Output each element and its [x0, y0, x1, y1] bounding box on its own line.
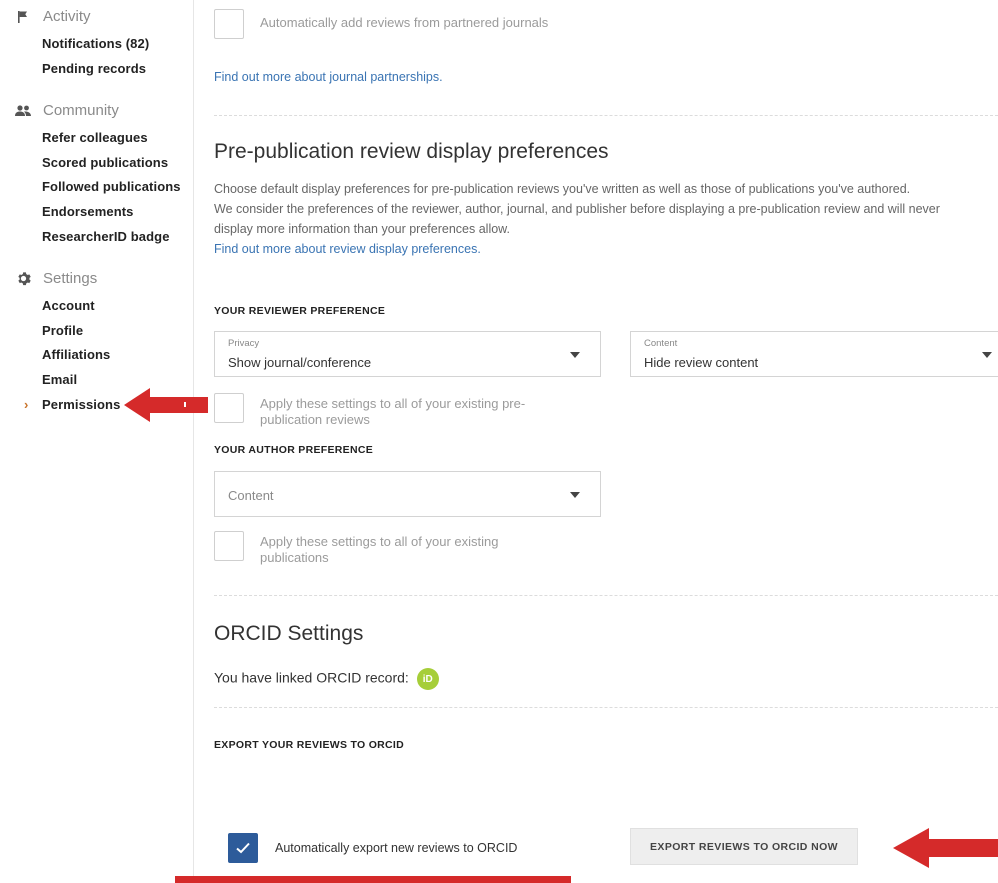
annotation-arrow-left-icon: [893, 828, 998, 868]
sidebar-section-community: Community: [13, 102, 119, 119]
apply-existing-publications-label: Apply these settings to all of your exis…: [260, 534, 499, 565]
sidebar-item-scored-publications[interactable]: Scored publications: [42, 155, 168, 170]
export-reviews-now-button[interactable]: EXPORT REVIEWS TO ORCID NOW: [630, 828, 858, 865]
apply-existing-publications-checkbox[interactable]: [214, 531, 244, 561]
section-divider: [214, 707, 998, 708]
reviewer-preference-heading: YOUR REVIEWER PREFERENCE: [214, 305, 386, 317]
export-reviews-heading: EXPORT YOUR REVIEWS TO ORCID: [214, 739, 405, 751]
sidebar-item-profile[interactable]: Profile: [42, 323, 83, 338]
gear-icon: [13, 271, 33, 287]
permissions-panel: Automatically add reviews from partnered…: [194, 0, 998, 883]
sidebar-section-title: Community: [43, 102, 119, 119]
annotation-underline: [175, 876, 571, 883]
orcid-id-icon[interactable]: iD: [416, 668, 439, 690]
privacy-select-label: Privacy: [228, 338, 260, 349]
journal-partnerships-link[interactable]: Find out more about journal partnerships…: [214, 70, 443, 84]
sidebar-item-notifications[interactable]: Notifications (82): [42, 36, 149, 51]
auto-export-checkbox[interactable]: [228, 833, 258, 863]
orcid-heading: ORCID Settings: [214, 622, 364, 645]
prepub-description-line-1: Choose default display preferences for p…: [214, 182, 911, 196]
sidebar-item-endorsements[interactable]: Endorsements: [42, 204, 134, 219]
caret-down-icon: [982, 352, 992, 358]
sidebar-section-title: Activity: [43, 8, 91, 25]
prepub-description-line-2: We consider the preferences of the revie…: [214, 202, 940, 236]
sidebar-item-account[interactable]: Account: [42, 298, 95, 313]
content-select[interactable]: Content Hide review content: [630, 331, 998, 377]
orcid-linked-row: You have linked ORCID record: iD: [214, 668, 439, 690]
prepub-description: Choose default display preferences for p…: [214, 179, 954, 259]
privacy-select-value: Show journal/conference: [228, 355, 372, 370]
sidebar: Activity Notifications (82) Pending reco…: [0, 0, 194, 883]
prepub-heading: Pre-publication review display preferenc…: [214, 140, 609, 163]
section-divider: [214, 115, 998, 116]
people-icon: [13, 103, 33, 119]
sidebar-item-refer-colleagues[interactable]: Refer colleagues: [42, 130, 148, 145]
review-display-preferences-link[interactable]: Find out more about review display prefe…: [214, 239, 954, 259]
sidebar-item-followed-publications[interactable]: Followed publications: [42, 179, 181, 194]
sidebar-item-email[interactable]: Email: [42, 372, 77, 387]
apply-existing-reviews-label: Apply these settings to all of your exis…: [260, 396, 526, 427]
auto-add-reviews-label: Automatically add reviews from partnered…: [260, 15, 549, 30]
sidebar-item-researcherid-badge[interactable]: ResearcherID badge: [42, 229, 170, 244]
apply-existing-reviews-checkbox[interactable]: [214, 393, 244, 423]
author-content-placeholder: Content: [228, 488, 274, 503]
content-select-label: Content: [644, 338, 678, 349]
author-content-select[interactable]: Content: [214, 471, 601, 517]
privacy-select[interactable]: Privacy Show journal/conference: [214, 331, 601, 377]
content-select-value: Hide review content: [644, 355, 759, 370]
caret-down-icon: [570, 492, 580, 498]
checkmark-icon: [236, 842, 250, 854]
caret-down-icon: [570, 352, 580, 358]
sidebar-item-permissions[interactable]: Permissions: [42, 397, 120, 412]
sidebar-section-title: Settings: [43, 270, 98, 287]
sidebar-item-affiliations[interactable]: Affiliations: [42, 347, 110, 362]
flag-icon: [13, 9, 33, 25]
orcid-linked-text: You have linked ORCID record:: [214, 669, 409, 686]
sidebar-section-activity: Activity: [13, 8, 91, 25]
auto-export-label: Automatically export new reviews to ORCI…: [275, 841, 518, 855]
sidebar-section-settings: Settings: [13, 270, 97, 287]
author-preference-heading: YOUR AUTHOR PREFERENCE: [214, 444, 374, 456]
section-divider: [214, 595, 998, 596]
auto-add-reviews-checkbox[interactable]: [214, 9, 244, 39]
chevron-right-icon: ›: [24, 397, 29, 412]
sidebar-item-pending-records[interactable]: Pending records: [42, 61, 146, 76]
